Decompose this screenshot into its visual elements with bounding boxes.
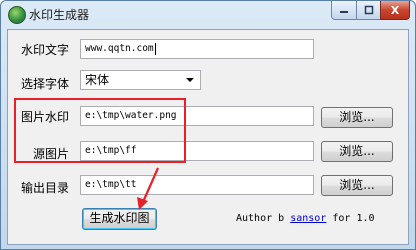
red-arrow-icon (137, 167, 160, 210)
